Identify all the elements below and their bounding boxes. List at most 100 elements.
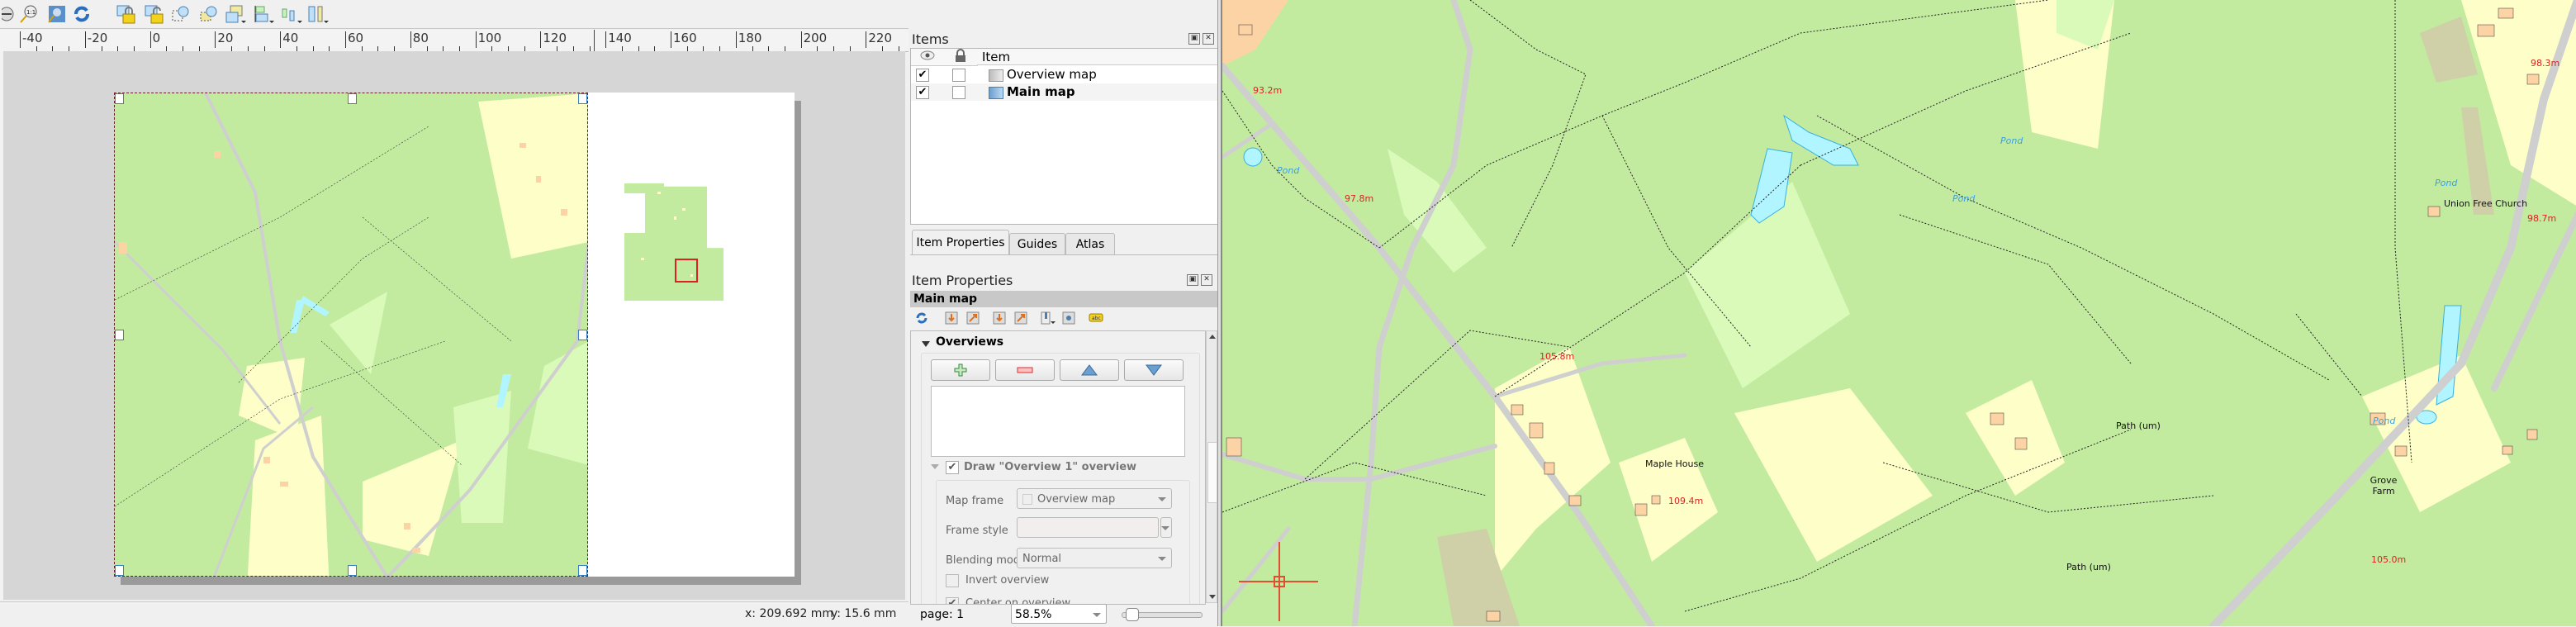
map-canvas[interactable]: 93.2m Pond 97.8m Pond Pond 105.8m Maple … xyxy=(1221,0,2576,626)
ruler-tick-label: 140 xyxy=(605,31,632,48)
items-panel-title: Items xyxy=(912,31,949,47)
overviews-list[interactable] xyxy=(931,386,1185,457)
selected-item-name: Main map xyxy=(910,291,1217,307)
resize-handle-e[interactable] xyxy=(578,330,587,340)
properties-scroll-area[interactable]: Overviews ✔ Draw "Overview 1" overview M… xyxy=(910,330,1206,605)
set-extent-icon[interactable] xyxy=(945,311,958,325)
scroll-down-arrow[interactable] xyxy=(1209,595,1216,599)
layout-toolbar: 1:1 xyxy=(0,0,908,29)
resize-handle-nw[interactable] xyxy=(115,93,124,104)
add-overview-button[interactable] xyxy=(931,359,990,381)
move-overview-down-button[interactable] xyxy=(1124,359,1184,381)
blending-mode-select[interactable]: Normal xyxy=(1017,548,1172,568)
lock-icon xyxy=(956,49,965,62)
page-readout: page: 1 xyxy=(920,608,965,621)
path-label: Path (um) xyxy=(2066,562,2111,572)
raise-items-icon[interactable] xyxy=(225,3,246,25)
label-settings-icon[interactable]: abc xyxy=(1089,312,1103,322)
resize-handle-s[interactable] xyxy=(348,565,357,576)
item-column-header[interactable]: Item xyxy=(977,49,1218,65)
items-row-main-map[interactable]: ✔ Main map xyxy=(911,83,1218,101)
unlock-items-icon[interactable] xyxy=(144,3,165,25)
invert-overview-label: Invert overview xyxy=(965,574,1050,587)
lock-checkbox[interactable] xyxy=(952,86,965,99)
plus-icon xyxy=(954,363,967,377)
items-table: Item ✔ Overview map ✔ Main map xyxy=(910,48,1219,225)
item-label: Overview map xyxy=(1007,67,1097,82)
map-frame-label: Map frame xyxy=(946,495,1004,507)
ruler-cursor-marker xyxy=(594,30,595,51)
overviews-section-title[interactable]: Overviews xyxy=(936,335,1003,349)
layout-canvas[interactable] xyxy=(3,51,905,600)
zoom-full-icon[interactable] xyxy=(46,3,68,25)
move-overview-up-button[interactable] xyxy=(1060,359,1119,381)
lock-column-header[interactable] xyxy=(944,49,978,66)
tab-atlas[interactable]: Atlas xyxy=(1065,233,1115,255)
lock-items-icon[interactable] xyxy=(116,3,137,25)
close-panel-icon[interactable]: ✕ xyxy=(1203,33,1214,45)
distribute-icon[interactable] xyxy=(281,3,302,25)
arrow-down-icon xyxy=(1146,364,1162,376)
properties-scrollbar[interactable] xyxy=(1206,330,1217,603)
map-frame-select[interactable]: Overview map xyxy=(1017,488,1172,509)
resize-handle-n[interactable] xyxy=(348,93,357,104)
frame-style-label: Frame style xyxy=(946,525,1008,537)
cursor-y-readout: y: 15.6 mm xyxy=(831,607,897,620)
draw-overview-checkbox[interactable]: ✔ xyxy=(946,461,959,474)
frame-style-button[interactable] xyxy=(1017,517,1159,538)
main-map-item[interactable] xyxy=(114,93,588,577)
center-on-overview-checkbox[interactable]: ✔ xyxy=(946,597,959,604)
zoom-slider[interactable] xyxy=(1122,608,1203,621)
resize-handle-ne[interactable] xyxy=(578,93,587,104)
horizontal-ruler[interactable]: -40-200204060801001201401601802002202402… xyxy=(0,30,908,52)
lock-checkbox[interactable] xyxy=(952,69,965,82)
visible-checkbox[interactable]: ✔ xyxy=(916,86,929,99)
tab-item-properties[interactable]: Item Properties xyxy=(912,230,1009,255)
item-label: Main map xyxy=(1007,84,1075,99)
tab-guides[interactable]: Guides xyxy=(1009,233,1065,255)
items-row-overview-map[interactable]: ✔ Overview map xyxy=(911,66,1218,83)
scroll-up-arrow[interactable] xyxy=(1209,335,1216,339)
minus-icon xyxy=(1017,367,1033,373)
deselect-icon[interactable] xyxy=(198,3,220,25)
resize-icon[interactable] xyxy=(307,3,329,25)
invert-overview-checkbox[interactable] xyxy=(946,574,959,587)
float-panel-icon[interactable]: ▣ xyxy=(1187,274,1198,286)
resize-handle-sw[interactable] xyxy=(115,565,124,576)
visible-checkbox[interactable]: ✔ xyxy=(916,69,929,82)
bookmarks-icon[interactable] xyxy=(1041,311,1056,325)
select-all-icon[interactable] xyxy=(170,3,192,25)
zoom-level-combo[interactable]: 58.5% xyxy=(1011,604,1107,624)
frame-style-menu[interactable] xyxy=(1160,517,1172,538)
zoom-slider-thumb[interactable] xyxy=(1126,608,1140,621)
view-scale-icon[interactable] xyxy=(1014,311,1027,325)
move-content-icon[interactable] xyxy=(1062,311,1075,325)
building-label: Union Free Church xyxy=(2444,198,2528,209)
svg-text:1:1: 1:1 xyxy=(26,9,36,16)
ruler-tick-label: 0 xyxy=(149,31,160,48)
water-label: Pond xyxy=(2373,416,2396,426)
spot-height-label: 93.2m xyxy=(1253,85,1283,96)
resize-handle-se[interactable] xyxy=(578,565,587,576)
set-scale-icon[interactable] xyxy=(993,311,1006,325)
view-extent-icon[interactable] xyxy=(966,311,980,325)
visibility-column-header[interactable] xyxy=(911,49,945,66)
main-map-render xyxy=(115,93,587,576)
map-item-icon xyxy=(989,69,1003,82)
collapse-arrow-icon[interactable] xyxy=(931,463,939,470)
remove-overview-button[interactable] xyxy=(995,359,1055,381)
update-preview-icon[interactable] xyxy=(915,311,928,325)
scrollbar-thumb[interactable] xyxy=(1207,442,1217,503)
float-panel-icon[interactable]: ▣ xyxy=(1188,33,1200,45)
resize-handle-w[interactable] xyxy=(115,330,124,340)
collapse-arrow-icon[interactable] xyxy=(921,340,931,348)
close-panel-icon[interactable]: ✕ xyxy=(1201,274,1212,286)
zoom-actual-icon[interactable]: 1:1 xyxy=(18,3,40,25)
overview-group-title: Draw "Overview 1" overview xyxy=(964,461,1137,473)
refresh-icon[interactable] xyxy=(71,3,93,25)
overview-map-item[interactable] xyxy=(624,183,723,302)
spot-height-label: 105.0m xyxy=(2371,554,2407,565)
align-icon[interactable] xyxy=(253,3,274,25)
path-label: Path (um) xyxy=(2116,420,2161,431)
status-bar: x: 209.692 mm y: 15.6 mm xyxy=(0,601,908,627)
